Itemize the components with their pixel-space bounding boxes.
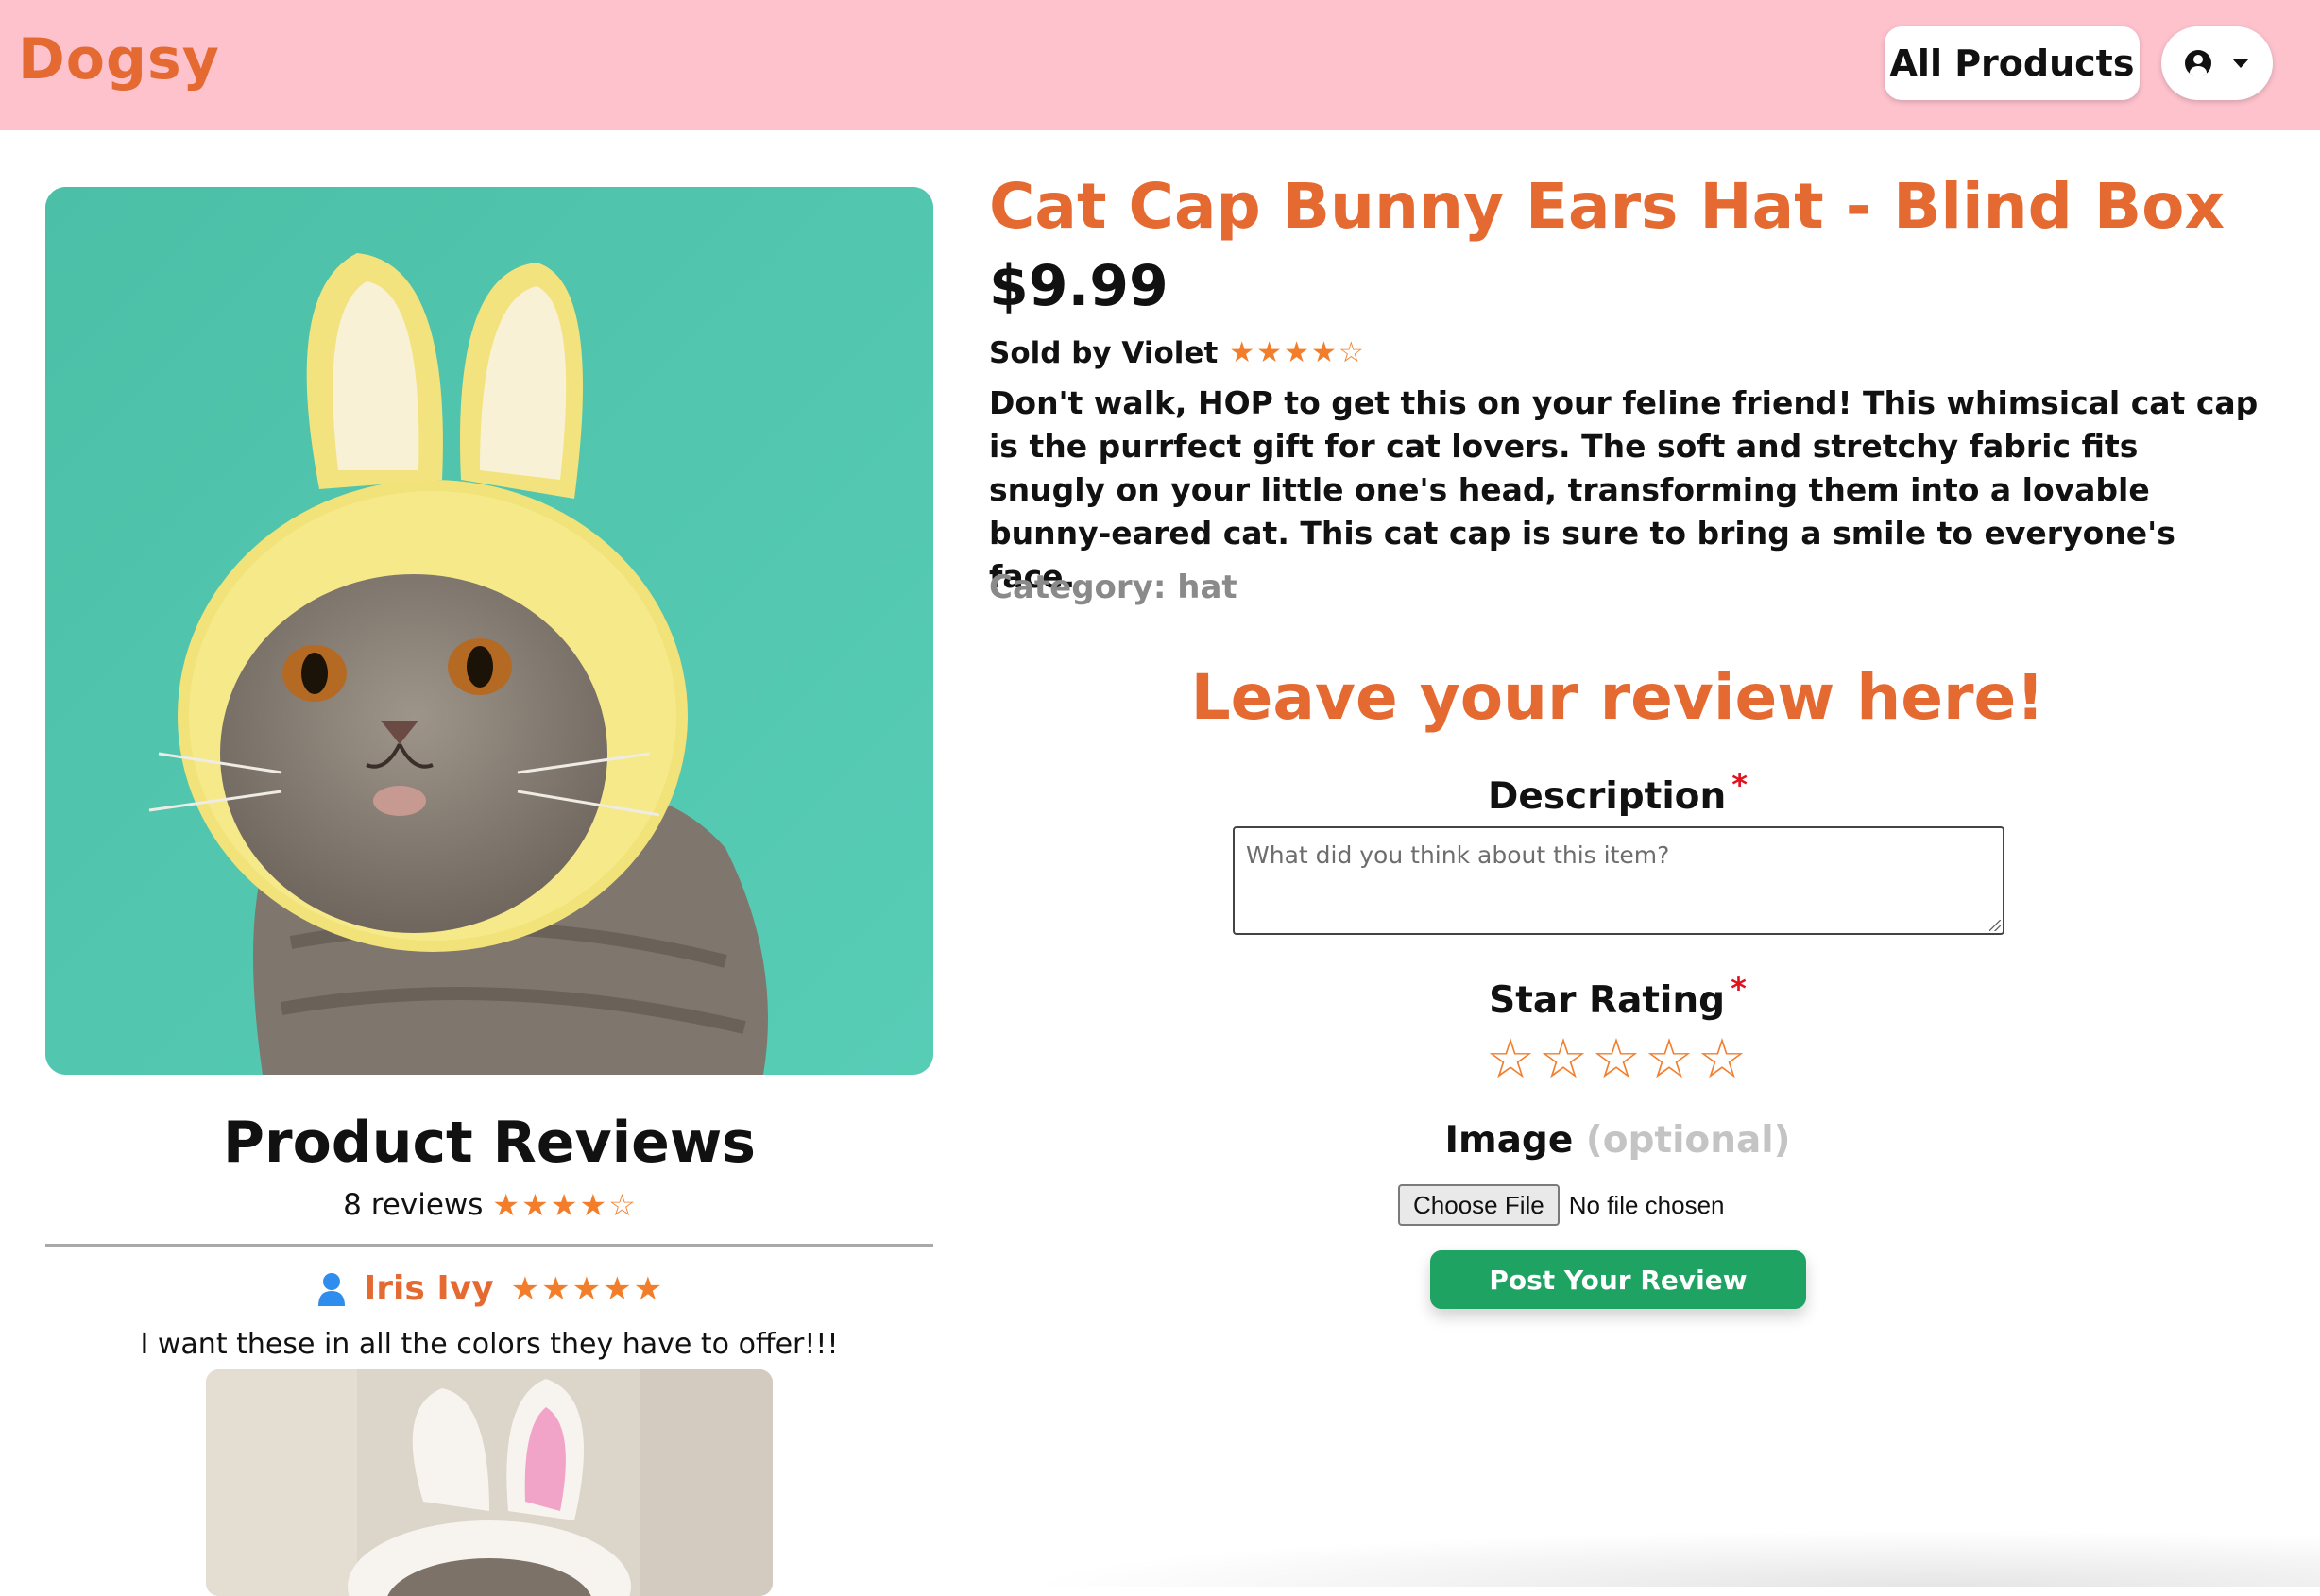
star-filled-icon: ★	[1256, 336, 1283, 369]
star-rating-input[interactable]: ☆ ☆ ☆ ☆ ☆	[1486, 1031, 1747, 1086]
average-rating-stars: ★ ★ ★ ★ ☆	[492, 1190, 635, 1220]
star-filled-icon: ★	[579, 1187, 607, 1223]
image-label-text: Image	[1444, 1119, 1574, 1162]
product-price: $9.99	[989, 253, 1169, 319]
product-description: Don't walk, HOP to get this on your feli…	[989, 384, 2259, 595]
star-filled-icon: ★	[1284, 336, 1309, 369]
user-icon	[317, 1272, 345, 1306]
product-image	[45, 187, 933, 1075]
reviews-summary: 8 reviews ★ ★ ★ ★ ☆	[45, 1188, 933, 1222]
reviewer-name: Iris Ivy	[363, 1269, 494, 1308]
seller-line: Sold by Violet ★ ★ ★ ★ ☆	[989, 336, 1364, 370]
rating-star-4-icon[interactable]: ☆	[1645, 1031, 1694, 1086]
review-image	[206, 1369, 773, 1596]
bottom-shadow	[1020, 1530, 2320, 1587]
review-header: Iris Ivy ★ ★ ★ ★ ★	[45, 1269, 933, 1308]
resize-handle-icon[interactable]	[1989, 920, 2001, 931]
user-menu-button[interactable]	[2161, 26, 2273, 100]
star-filled-icon: ★	[492, 1187, 520, 1223]
description-label: Description *	[1134, 767, 2102, 818]
seller-name[interactable]: Sold by Violet	[989, 336, 1218, 370]
top-navbar: Dogsy All Products	[0, 0, 2320, 130]
review-rating-stars: ★ ★ ★ ★ ★	[511, 1273, 662, 1305]
rating-star-1-icon[interactable]: ☆	[1486, 1031, 1535, 1086]
star-empty-icon: ☆	[1338, 336, 1364, 369]
star-filled-icon: ★	[510, 1269, 540, 1308]
post-review-button[interactable]: Post Your Review	[1430, 1250, 1806, 1309]
file-status: No file chosen	[1568, 1190, 1725, 1219]
star-empty-icon: ☆	[608, 1187, 636, 1223]
required-marker: *	[1731, 767, 1748, 803]
rating-star-2-icon[interactable]: ☆	[1539, 1031, 1588, 1086]
star-filled-icon: ★	[1310, 336, 1337, 369]
description-input[interactable]	[1233, 826, 2004, 935]
rating-star-5-icon[interactable]: ☆	[1697, 1031, 1747, 1086]
rating-star-3-icon[interactable]: ☆	[1592, 1031, 1641, 1086]
choose-file-button[interactable]: Choose File	[1398, 1184, 1560, 1226]
product-category: Category: hat	[989, 569, 1237, 606]
star-filled-icon: ★	[1229, 336, 1255, 369]
file-input[interactable]: Choose File No file chosen	[1398, 1184, 1725, 1226]
review-form-heading: Leave your review here!	[1190, 661, 2045, 734]
star-filled-icon: ★	[521, 1187, 549, 1223]
description-label-text: Description	[1488, 775, 1727, 818]
star-filled-icon: ★	[571, 1269, 602, 1308]
review-text: I want these in all the colors they have…	[140, 1328, 839, 1361]
star-filled-icon: ★	[550, 1187, 578, 1223]
product-rating-stars: ★ ★ ★ ★ ☆	[1229, 339, 1364, 367]
all-products-button[interactable]: All Products	[1885, 26, 2140, 100]
brand-logo[interactable]: Dogsy	[18, 26, 220, 93]
star-rating-label-text: Star Rating	[1489, 979, 1726, 1022]
optional-hint: (optional)	[1585, 1119, 1791, 1162]
star-filled-icon: ★	[603, 1269, 632, 1308]
caret-down-icon	[2232, 59, 2249, 68]
product-title: Cat Cap Bunny Ears Hat - Blind Box	[989, 170, 2226, 243]
user-circle-icon	[2185, 50, 2211, 76]
required-marker: *	[1731, 971, 1747, 1007]
star-rating-label: Star Rating *	[1134, 971, 2102, 1022]
reviews-count: 8 reviews	[343, 1188, 484, 1222]
reviews-title: Product Reviews	[223, 1110, 756, 1176]
image-label: Image (optional)	[1134, 1119, 2102, 1162]
star-filled-icon: ★	[541, 1269, 571, 1308]
reviews-divider	[45, 1244, 933, 1247]
star-filled-icon: ★	[633, 1269, 663, 1308]
